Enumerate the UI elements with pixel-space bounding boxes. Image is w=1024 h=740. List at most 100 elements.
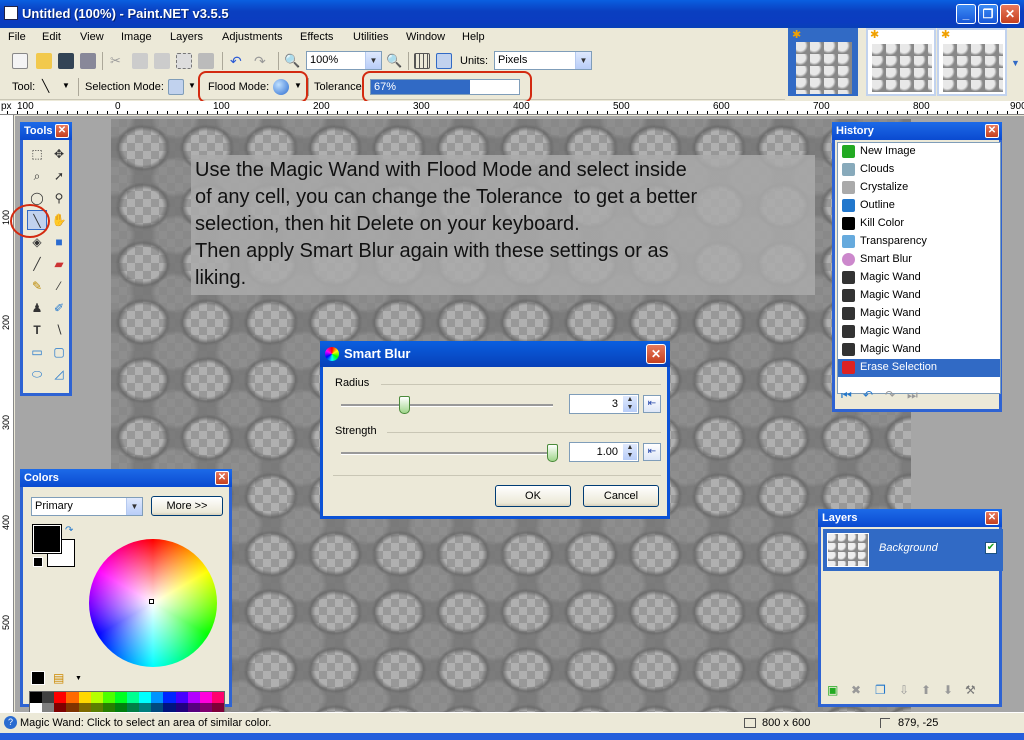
radius-reset-button[interactable]: ⇤ [643,395,661,413]
zoom-in-icon[interactable]: 🔍 [386,53,402,69]
open-folder-icon[interactable] [36,53,52,69]
chevron-down-icon[interactable]: ▼ [75,675,82,682]
zoom-select[interactable]: 100% ▼ [306,51,382,70]
paste-icon[interactable] [154,53,170,69]
cut-icon[interactable]: ✂ [110,53,126,69]
freeform-shape-icon[interactable]: ◿ [49,364,69,384]
color-wheel[interactable] [89,539,217,667]
spin-arrows-icon[interactable]: ▲ ▼ [623,396,637,412]
color-wheel-cursor[interactable] [149,599,154,604]
image-thumbnail[interactable]: ✱ [866,28,936,96]
magic-wand-icon[interactable]: ╲ [42,79,58,95]
color-mode-select[interactable]: Primary ▼ [31,497,143,516]
grid-icon[interactable] [414,53,430,69]
rectangle-select-icon[interactable]: ⬚ [27,144,47,164]
history-item[interactable]: Crystalize [838,179,1000,197]
close-icon[interactable]: ✕ [215,471,229,485]
paintbrush-icon[interactable]: ╱ [27,254,47,274]
image-thumbnail-active[interactable]: ✱ [788,28,858,96]
menu-effects[interactable]: Effects [300,31,333,43]
history-item[interactable]: Erase Selection [838,359,1000,377]
history-item[interactable]: Smart Blur [838,251,1000,269]
menu-adjustments[interactable]: Adjustments [222,31,283,43]
strength-reset-button[interactable]: ⇤ [643,443,661,461]
text-icon[interactable]: T [27,320,47,340]
menu-image[interactable]: Image [121,31,152,43]
reset-colors-icon[interactable] [33,557,43,567]
fast-forward-icon[interactable]: ⏭ [907,388,918,403]
rulers-icon[interactable] [436,53,452,69]
history-item[interactable]: Magic Wand [838,305,1000,323]
layer-row[interactable]: Background ✔ [823,529,1003,571]
menu-file[interactable]: File [8,31,26,43]
radius-slider-thumb[interactable] [398,396,410,414]
color-picker-icon[interactable]: ⁄ [49,276,69,296]
chevron-down-icon[interactable]: ▼ [62,81,70,90]
colors-window-header[interactable]: Colors ✕ [20,469,232,487]
new-image-icon[interactable] [12,53,28,69]
history-item[interactable]: Magic Wand [838,269,1000,287]
redo-icon[interactable]: ↷ [254,53,270,69]
units-select[interactable]: Pixels ▼ [494,51,592,70]
zoom-icon[interactable]: ⚲ [49,188,69,208]
history-item[interactable]: Clouds [838,161,1000,179]
history-window-header[interactable]: History ✕ [832,122,1002,140]
move-selection-icon[interactable]: ➚ [49,166,69,186]
spin-arrows-icon[interactable]: ▲ ▼ [623,444,637,460]
close-button[interactable]: ✕ [1000,4,1020,24]
layers-window-header[interactable]: Layers ✕ [818,509,1002,527]
chevron-down-icon[interactable]: ▼ [294,81,302,90]
pan-icon[interactable]: ✋ [49,210,69,230]
add-layer-icon[interactable]: ▣ [827,683,838,697]
copy-icon[interactable] [132,53,148,69]
history-item[interactable]: Magic Wand [838,341,1000,359]
strength-spinbox[interactable]: 1.00 ▲ ▼ [569,442,639,462]
tolerance-slider[interactable]: 67% [370,79,520,95]
close-icon[interactable]: ✕ [985,124,999,138]
clone-stamp-icon[interactable]: ♟ [27,298,47,318]
undo-icon[interactable]: ↶ [230,53,246,69]
layer-properties-icon[interactable]: ⚒ [965,683,976,697]
selection-mode-icon[interactable] [168,79,184,95]
maximize-button[interactable]: ❐ [978,4,998,24]
duplicate-layer-icon[interactable]: ❐ [875,683,886,697]
globe-icon[interactable] [273,79,289,95]
line-curve-icon[interactable]: ∖ [49,320,69,340]
rewind-icon[interactable]: ⏮ [841,388,852,403]
history-item[interactable]: Magic Wand [838,287,1000,305]
gradient-icon[interactable]: ■ [49,232,69,252]
ok-button[interactable]: OK [495,485,571,507]
save-icon[interactable] [58,53,74,69]
close-icon[interactable]: ✕ [985,511,999,525]
zoom-out-icon[interactable]: 🔍 [284,53,300,69]
deselect-icon[interactable] [198,53,214,69]
history-item[interactable]: Outline [838,197,1000,215]
history-item[interactable]: Kill Color [838,215,1000,233]
move-layer-down-icon[interactable]: ⬇ [943,683,953,697]
rectangle-icon[interactable]: ▭ [27,342,47,362]
primary-color-swatch[interactable] [32,524,62,554]
palette-swatch-icon[interactable] [31,671,45,685]
smart-blur-title-bar[interactable]: Smart Blur ✕ [320,341,670,367]
merge-layer-down-icon[interactable]: ⇩ [899,683,909,697]
radius-spinbox[interactable]: 3 ▲ ▼ [569,394,639,414]
eraser-icon[interactable]: ▰ [49,254,69,274]
close-icon[interactable]: ✕ [55,124,69,138]
move-layer-up-icon[interactable]: ⬆ [921,683,931,697]
undo-icon[interactable]: ↶ [863,388,873,402]
recolor-icon[interactable]: ✐ [49,298,69,318]
menu-edit[interactable]: Edit [42,31,61,43]
history-item[interactable]: Magic Wand [838,323,1000,341]
lasso-select-icon[interactable]: ⌕ [27,166,47,186]
pencil-icon[interactable]: ✎ [27,276,47,296]
menu-view[interactable]: View [80,31,104,43]
print-icon[interactable] [80,53,96,69]
menu-utilities[interactable]: Utilities [353,31,388,43]
crop-icon[interactable] [176,53,192,69]
move-selected-icon[interactable]: ✥ [49,144,69,164]
close-icon[interactable]: ✕ [646,344,666,364]
chevron-down-icon[interactable]: ▼ [1011,58,1020,68]
minimize-button[interactable]: _ [956,4,976,24]
cancel-button[interactable]: Cancel [583,485,659,507]
rounded-rectangle-icon[interactable]: ▢ [49,342,69,362]
